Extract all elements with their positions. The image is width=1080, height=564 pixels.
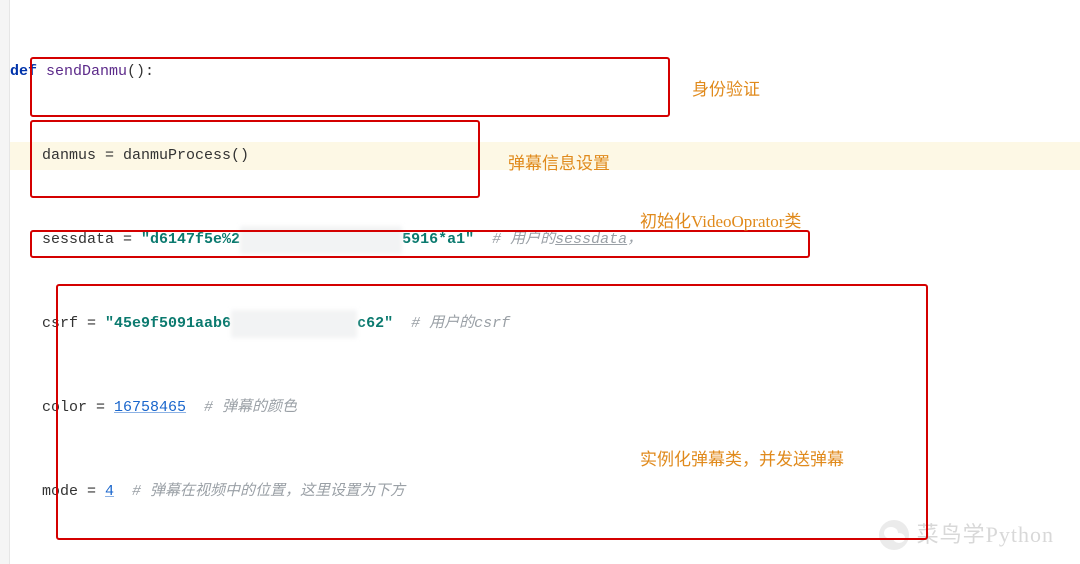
gutter bbox=[0, 0, 10, 564]
code-editor[interactable]: def sendDanmu(): danmus = danmuProcess()… bbox=[10, 2, 1070, 564]
keyword-def: def bbox=[10, 63, 37, 80]
redacted-text: XXXXXXXXXXXXXX bbox=[231, 310, 357, 338]
code-line[interactable]: sessdata = "d6147f5e%2XXXXXXXXXXXXXXXXXX… bbox=[10, 226, 1070, 254]
annot-init-label: 初始化VideoOprator类 bbox=[640, 208, 801, 236]
code-line[interactable]: color = 16758465 # 弹幕的颜色 bbox=[10, 394, 1070, 422]
code-line[interactable]: def sendDanmu(): bbox=[10, 58, 1070, 86]
watermark: 菜鸟学Python bbox=[879, 520, 1054, 550]
code-line[interactable]: csrf = "45e9f5091aab6XXXXXXXXXXXXXXc62" … bbox=[10, 310, 1070, 338]
watermark-text: 菜鸟学Python bbox=[917, 521, 1054, 549]
annot-settings-label: 弹幕信息设置 bbox=[508, 150, 610, 178]
annot-auth-label: 身份验证 bbox=[692, 76, 760, 104]
redacted-text: XXXXXXXXXXXXXXXXXX bbox=[240, 226, 402, 254]
wechat-icon bbox=[879, 520, 909, 550]
function-name: sendDanmu bbox=[46, 63, 127, 80]
annot-send-label: 实例化弹幕类，并发送弹幕 bbox=[640, 446, 844, 474]
code-line[interactable]: mode = 4 # 弹幕在视频中的位置，这里设置为下方 bbox=[10, 478, 1070, 506]
